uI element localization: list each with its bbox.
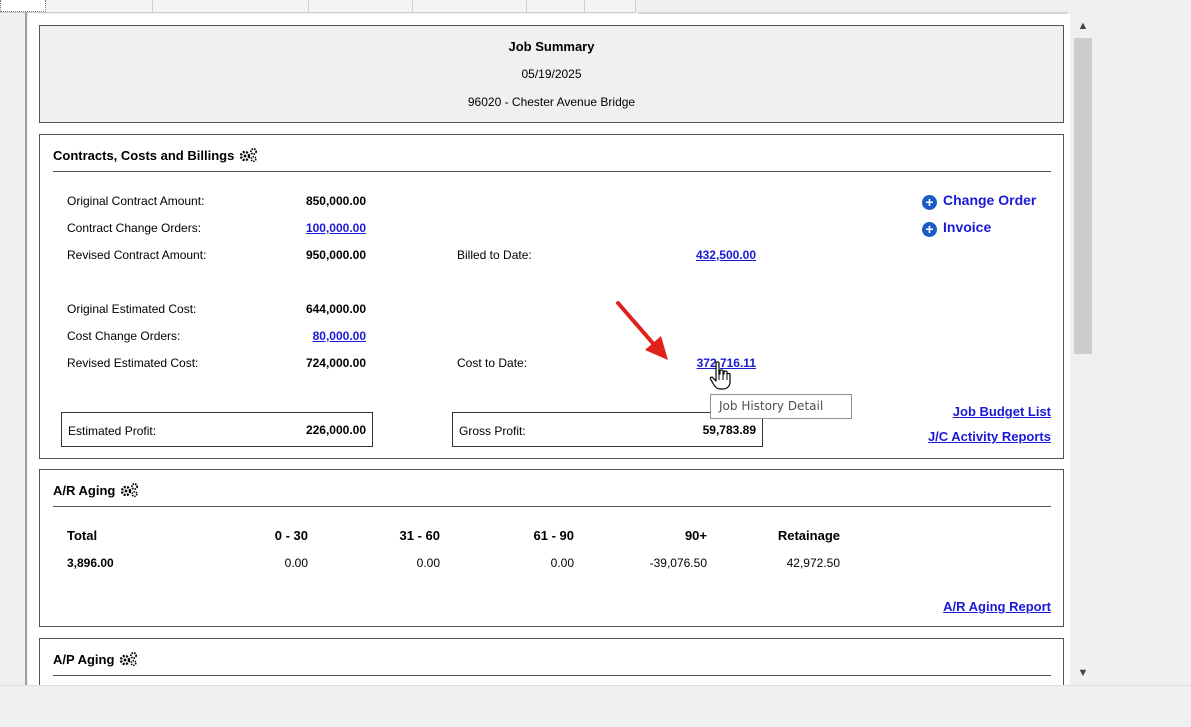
original-cost-value: 644,000.00 [305, 302, 366, 316]
tab-strip [0, 0, 636, 13]
scroll-up-icon[interactable]: ▲ [1070, 16, 1096, 36]
contract-change-orders-label: Contract Change Orders: [67, 221, 202, 235]
ar-total-value: 3,896.00 [67, 556, 114, 570]
hand-cursor-icon [709, 361, 731, 390]
billed-to-date-link[interactable]: 432,500.00 [656, 248, 756, 262]
change-order-label: Change Order [943, 192, 1037, 208]
ar-column-header: Total [67, 528, 98, 543]
ap-aging-panel: A/P Aging [39, 638, 1064, 685]
gears-icon[interactable] [119, 651, 139, 670]
revised-cost-value: 724,000.00 [305, 356, 366, 370]
ar-column-header: Retainage [777, 528, 840, 543]
invoice-label: Invoice [943, 219, 992, 235]
estimated-profit-label: Estimated Profit: [68, 424, 157, 438]
scrollbar-thumb[interactable] [1074, 38, 1092, 354]
gross-profit-value: 59,783.89 [702, 423, 756, 437]
ar-31-60-value: 0.00 [416, 556, 440, 570]
section-divider [53, 506, 1051, 507]
summary-date: 05/19/2025 [521, 67, 582, 81]
original-contract-value: 850,000.00 [305, 194, 366, 208]
tab[interactable] [412, 0, 527, 12]
ar-column-header: 61 - 90 [533, 528, 574, 543]
invoice-action[interactable]: + Invoice [922, 219, 991, 237]
bottom-bar [0, 685, 1191, 727]
left-border [25, 12, 27, 685]
vertical-scrollbar[interactable]: ▲ ▼ [1070, 14, 1096, 685]
section-heading-ap-aging: A/P Aging [53, 651, 139, 670]
estimated-profit-box: Estimated Profit: 226,000.00 [61, 412, 373, 447]
cost-to-date-label: Cost to Date: [457, 356, 528, 370]
revised-contract-value: 950,000.00 [305, 248, 366, 262]
job-history-tooltip: Job History Detail [710, 394, 852, 419]
section-heading-label: A/R Aging [53, 483, 116, 498]
annotation-arrow-icon [616, 301, 668, 360]
tab[interactable] [152, 0, 309, 12]
ar-column-header: 90+ [684, 528, 707, 543]
plus-circle-icon: + [922, 195, 937, 210]
section-heading-label: Contracts, Costs and Billings [53, 148, 235, 163]
section-heading-contracts: Contracts, Costs and Billings [53, 147, 259, 166]
gears-icon[interactable] [120, 482, 140, 501]
original-cost-label: Original Estimated Cost: [67, 302, 197, 316]
ar-0-30-value: 0.00 [284, 556, 308, 570]
job-summary-header: Job Summary 05/19/2025 96020 - Chester A… [39, 25, 1064, 123]
ar-retainage-value: 42,972.50 [786, 556, 840, 570]
gross-profit-label: Gross Profit: [459, 424, 526, 438]
section-divider [53, 171, 1051, 172]
section-heading-ar-aging: A/R Aging [53, 482, 140, 501]
ar-61-90-value: 0.00 [550, 556, 574, 570]
ar-aging-report-link[interactable]: A/R Aging Report [943, 599, 1051, 614]
change-order-action[interactable]: + Change Order [922, 192, 1036, 210]
original-contract-label: Original Contract Amount: [67, 194, 205, 208]
contract-change-orders-link[interactable]: 100,000.00 [266, 221, 366, 235]
job-summary-content: Job Summary 05/19/2025 96020 - Chester A… [28, 14, 1070, 685]
estimated-profit-value: 226,000.00 [305, 423, 366, 437]
plus-circle-icon: + [922, 222, 937, 237]
section-heading-label: A/P Aging [53, 652, 115, 667]
tab[interactable] [308, 0, 413, 12]
section-divider [53, 675, 1051, 676]
ar-column-header: 31 - 60 [399, 528, 440, 543]
revised-cost-label: Revised Estimated Cost: [67, 356, 199, 370]
cost-change-orders-label: Cost Change Orders: [67, 329, 181, 343]
ar-column-header: 0 - 30 [274, 528, 308, 543]
job-budget-list-link[interactable]: Job Budget List [953, 404, 1051, 419]
contracts-costs-billings-panel: Contracts, Costs and Billings Original C… [39, 134, 1064, 459]
revised-contract-label: Revised Contract Amount: [67, 248, 207, 262]
cost-change-orders-link[interactable]: 80,000.00 [266, 329, 366, 343]
page-title: Job Summary [508, 39, 595, 54]
tab-active[interactable] [0, 0, 46, 12]
scroll-down-icon[interactable]: ▼ [1070, 663, 1096, 683]
tab[interactable] [46, 0, 153, 12]
ar-90-plus-value: -39,076.50 [649, 556, 707, 570]
jc-activity-reports-link[interactable]: J/C Activity Reports [928, 429, 1051, 444]
tab[interactable] [584, 0, 636, 12]
job-name: 96020 - Chester Avenue Bridge [467, 95, 636, 109]
ar-aging-panel: A/R Aging Total 0 - 30 31 - 60 61 - 90 9… [39, 469, 1064, 627]
billed-to-date-label: Billed to Date: [457, 248, 532, 262]
gears-icon[interactable] [239, 147, 259, 166]
tab[interactable] [526, 0, 585, 12]
